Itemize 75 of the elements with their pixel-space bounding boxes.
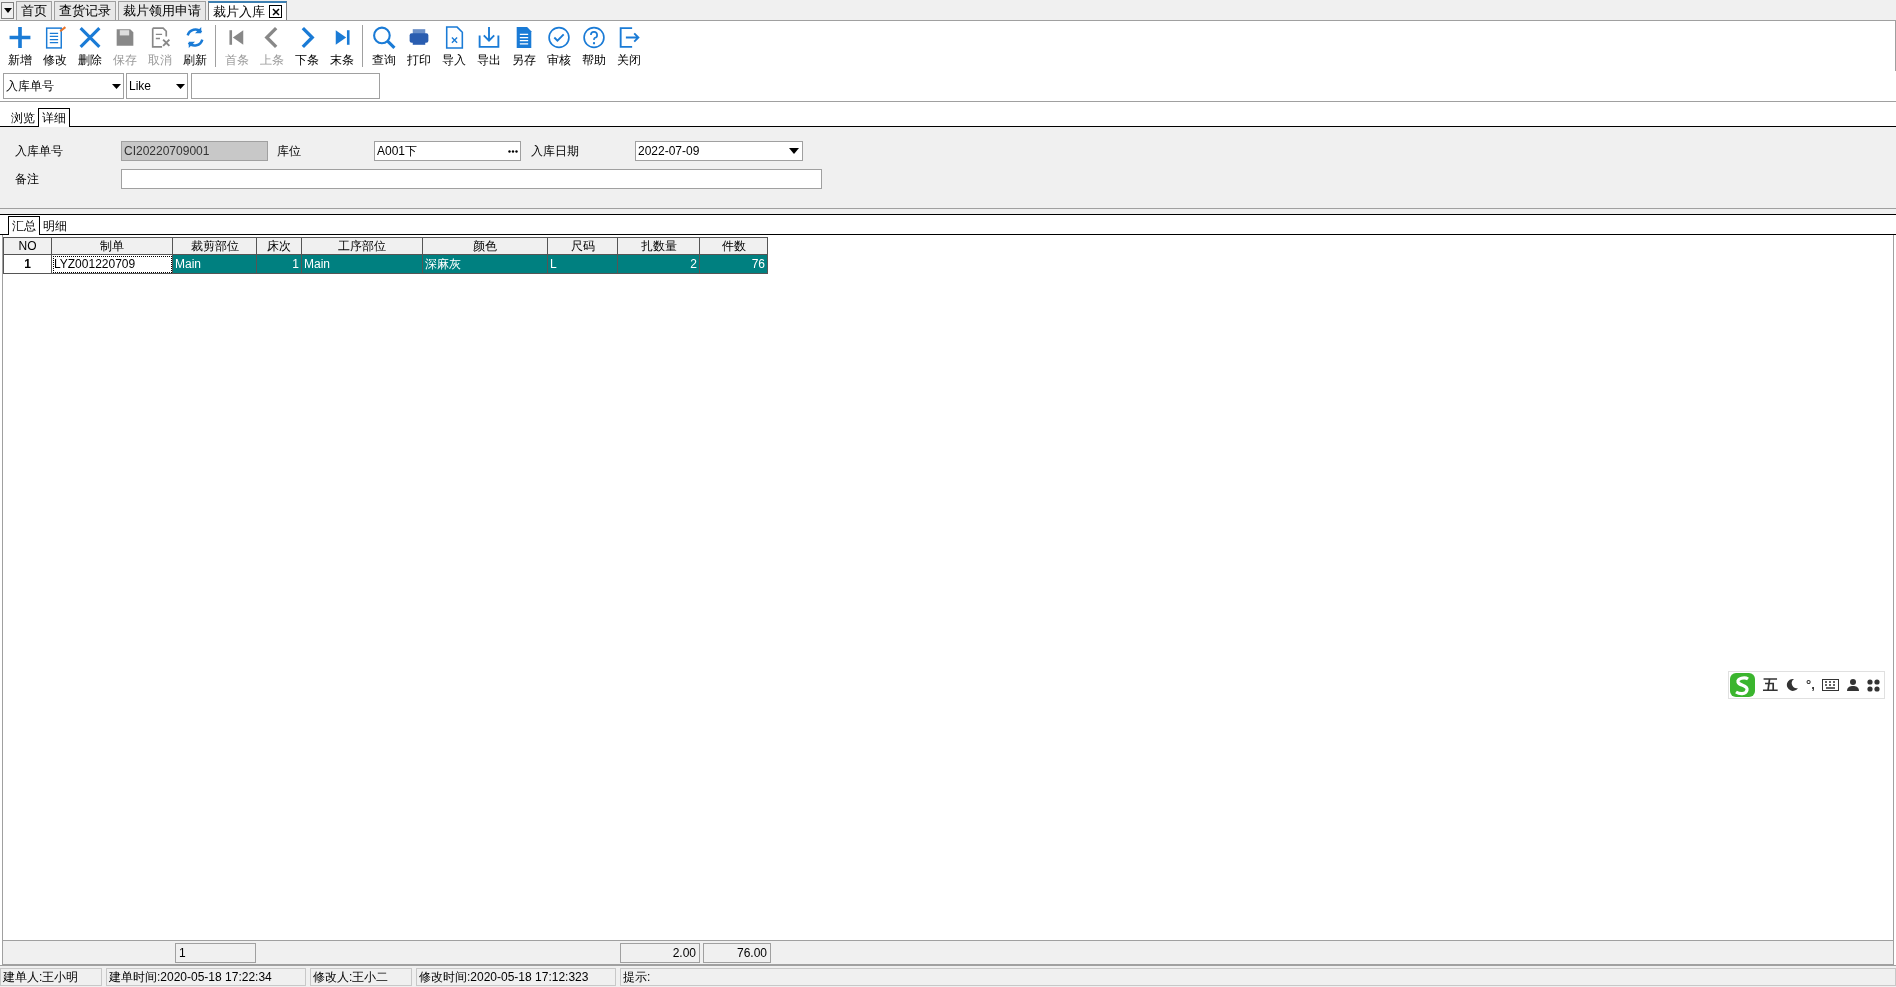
location-field[interactable]: A001下 bbox=[374, 141, 521, 161]
toolbar-button[interactable]: 导出 bbox=[471, 23, 506, 69]
search-field[interactable] bbox=[191, 73, 380, 99]
total-field: 2.00 bbox=[620, 943, 700, 963]
field-label: 入库单号 bbox=[15, 143, 64, 160]
status-text: 建单人:王小明 bbox=[0, 968, 102, 986]
check-circle-icon bbox=[545, 25, 572, 50]
toolbar-button[interactable]: 关闭 bbox=[611, 23, 646, 69]
field-label: 库位 bbox=[276, 143, 302, 160]
help-icon bbox=[580, 25, 607, 50]
column-header[interactable]: 件数 bbox=[700, 237, 768, 255]
column-header[interactable]: NO bbox=[3, 237, 52, 255]
grid-icon[interactable] bbox=[1866, 678, 1880, 692]
selected-tab[interactable]: 详细 bbox=[38, 108, 70, 127]
toolbar-button[interactable]: 审核 bbox=[541, 23, 576, 69]
status-text: 修改人:王小二 bbox=[310, 968, 412, 986]
toolbar-button[interactable]: 删除 bbox=[72, 23, 107, 69]
moon-icon[interactable] bbox=[1785, 678, 1799, 692]
user-icon[interactable] bbox=[1845, 678, 1860, 692]
toolbar-button[interactable]: 新增 bbox=[2, 23, 37, 69]
document-tab[interactable]: 首页 bbox=[16, 1, 52, 20]
ellipsis-icon[interactable] bbox=[506, 149, 520, 153]
keyboard-icon[interactable] bbox=[1821, 679, 1839, 691]
total-field: 1 bbox=[175, 943, 256, 963]
table-cell: Main bbox=[302, 255, 423, 274]
logo-icon bbox=[1729, 672, 1756, 698]
toolbar-button[interactable]: 查询 bbox=[366, 23, 401, 69]
status-text: 修改时间:2020-05-18 17:12:323 bbox=[416, 968, 616, 986]
column-header[interactable]: 颜色 bbox=[423, 237, 548, 255]
toolbar-button[interactable]: 刷新 bbox=[177, 23, 212, 69]
table-cell: LYZ001220709 bbox=[52, 255, 173, 274]
column-header[interactable]: 扎数量 bbox=[618, 237, 700, 255]
column-header[interactable]: 裁剪部位 bbox=[173, 237, 257, 255]
table-cell: 1 bbox=[257, 255, 302, 274]
table-cell: 76 bbox=[700, 255, 768, 274]
selected-tab[interactable]: 汇总 bbox=[8, 216, 40, 235]
toolbar-button[interactable]: 另存 bbox=[506, 23, 541, 69]
document-tab[interactable]: 裁片领用申请 bbox=[118, 1, 206, 20]
dropdown-arrow-icon[interactable] bbox=[786, 148, 802, 154]
total-field: 76.00 bbox=[703, 943, 771, 963]
order-number-field[interactable]: CI20220709001 bbox=[121, 141, 268, 161]
caret-icon[interactable] bbox=[3, 8, 12, 13]
column-header[interactable]: 工序部位 bbox=[302, 237, 423, 255]
column-header[interactable]: 制单 bbox=[52, 237, 173, 255]
field-label: 备注 bbox=[15, 171, 40, 188]
search-icon bbox=[370, 25, 397, 50]
document-tab[interactable]: 裁片入库 bbox=[213, 1, 265, 22]
table-cell: Main bbox=[173, 255, 257, 274]
punctuation-toggle[interactable]: °, bbox=[1806, 675, 1815, 695]
tab[interactable]: 浏览 bbox=[8, 109, 38, 126]
close-icon[interactable] bbox=[269, 5, 282, 18]
toolbar-button[interactable]: 下条 bbox=[289, 23, 324, 69]
status-text: 建单时间:2020-05-18 17:22:34 bbox=[106, 968, 306, 986]
column-header[interactable]: 尺码 bbox=[548, 237, 618, 255]
column-header[interactable]: 床次 bbox=[257, 237, 302, 255]
field-dropdown[interactable]: 入库单号 bbox=[3, 73, 124, 99]
tab-list-button[interactable] bbox=[1, 2, 14, 19]
status-text: 提示: bbox=[620, 968, 1896, 986]
toolbar-button[interactable]: 打印 bbox=[401, 23, 436, 69]
table-cell: 1 bbox=[3, 255, 52, 274]
toolbar-button[interactable]: 帮助 bbox=[576, 23, 611, 69]
remark-field[interactable] bbox=[121, 169, 822, 189]
toolbar-button[interactable]: 修改 bbox=[37, 23, 72, 69]
toolbar-button[interactable]: 导入 bbox=[436, 23, 471, 69]
tab[interactable]: 明细 bbox=[40, 217, 70, 234]
input-method-toolbar[interactable]: 五 °, bbox=[1728, 671, 1885, 699]
table-cell: 深麻灰 bbox=[423, 255, 548, 274]
operator-dropdown[interactable]: Like bbox=[126, 73, 188, 99]
field-label: 入库日期 bbox=[530, 143, 580, 160]
date-field[interactable]: 2022-07-09 bbox=[635, 141, 803, 161]
table-cell: 2 bbox=[618, 255, 700, 274]
document-tab[interactable]: 查货记录 bbox=[54, 1, 116, 20]
toolbar-button[interactable]: 末条 bbox=[324, 23, 359, 69]
table-cell: L bbox=[548, 255, 618, 274]
input-mode-toggle[interactable]: 五 bbox=[1763, 673, 1778, 697]
